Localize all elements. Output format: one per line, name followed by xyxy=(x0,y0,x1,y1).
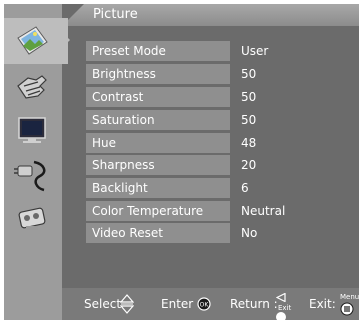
footer-select-label: Select xyxy=(84,297,122,311)
menu-small-label: Menu xyxy=(340,293,360,301)
back-arrow-icon xyxy=(276,293,286,302)
sidebar-selection-arrow xyxy=(62,32,70,48)
picture-icon xyxy=(17,26,48,55)
menu-value-saturation: 50 xyxy=(241,113,257,127)
menu-label-color-temperature: Color Temperature xyxy=(92,204,204,218)
menu-label-hue: Hue xyxy=(92,136,117,150)
menu-value-color-temperature: Neutral xyxy=(241,204,286,218)
menu-label-contrast: Contrast xyxy=(92,90,144,104)
menu-label-backlight: Backlight xyxy=(92,181,148,195)
tools-icon xyxy=(18,207,46,230)
menu-value-backlight: 6 xyxy=(241,181,249,195)
menu-label-brightness: Brightness xyxy=(92,67,156,81)
menu-label-video-reset: Video Reset xyxy=(92,226,163,240)
menu-value-contrast: 50 xyxy=(241,90,257,104)
cable-icon xyxy=(14,160,46,192)
menu-label-sharpness: Sharpness xyxy=(92,158,155,172)
footer-enter-label: Enter xyxy=(161,297,194,311)
sidebar-item-tools[interactable] xyxy=(14,204,50,238)
monitor-icon xyxy=(18,117,46,143)
menu-value-video-reset: No xyxy=(241,226,258,240)
menu-value-brightness: 50 xyxy=(241,67,257,81)
ok-button-icon: OK xyxy=(197,297,211,311)
menu-label-saturation: Saturation xyxy=(92,113,155,127)
hand-icon xyxy=(17,75,47,99)
sidebar-item-monitor[interactable] xyxy=(14,114,50,150)
menu-label-preset-mode: Preset Mode xyxy=(92,44,166,58)
sidebar-item-picture[interactable] xyxy=(14,24,50,62)
sidebar-item-hand[interactable] xyxy=(14,72,50,106)
page-title: Picture xyxy=(93,7,138,22)
footer-exit-label: Exit: xyxy=(309,297,336,311)
footer-return-label: Return : xyxy=(230,297,278,311)
menu-value-sharpness: 20 xyxy=(241,158,257,172)
sidebar-item-cable[interactable] xyxy=(14,158,54,198)
up-down-arrows-icon xyxy=(120,294,134,314)
menu-value-preset-mode: User xyxy=(241,44,269,58)
menu-button-icon xyxy=(340,302,354,316)
ok-text: OK xyxy=(200,302,210,309)
exit-button-icon xyxy=(276,312,286,322)
menu-value-hue: 48 xyxy=(241,136,257,150)
